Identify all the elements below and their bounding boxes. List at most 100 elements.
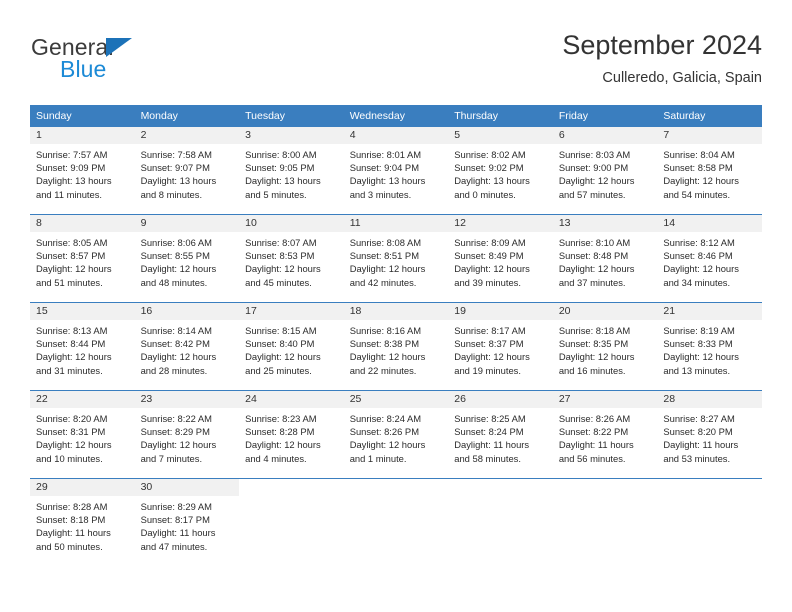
day-cell[interactable]: 12 Sunrise: 8:09 AM Sunset: 8:49 PM Dayligh… [448, 214, 553, 302]
day-cell[interactable]: 20 Sunrise: 8:18 AM Sunset: 8:35 PM Dayligh… [552, 302, 658, 390]
daylight-duration-line2: and 54 minutes. [663, 188, 731, 200]
sunrise-time: Sunrise: 8:05 AM [36, 237, 108, 248]
title-block: September 2024 Culleredo, Galicia, Spain [562, 28, 762, 89]
daylight-duration-line2: and 57 minutes. [558, 188, 626, 200]
calendar-cell: 24 Sunrise: 8:23 AM Sunset: 8:28 PM Dayligh… [239, 390, 344, 478]
calendar-cell: 8 Sunrise: 8:05 AM Sunset: 8:57 PM Daylight… [30, 214, 135, 302]
sunset-time: Sunset: 8:28 PM [245, 426, 315, 438]
sunrise-time: Sunrise: 8:29 AM [140, 501, 212, 512]
sunset-time: Sunset: 9:05 PM [245, 162, 315, 174]
day-details: Sunrise: 8:23 AM Sunset: 8:28 PM Daylight:… [239, 408, 344, 465]
day-cell[interactable]: 17 Sunrise: 8:15 AM Sunset: 8:40 PM Dayligh… [239, 302, 344, 390]
daylight-duration-line2: and 42 minutes. [349, 276, 417, 288]
sunrise-time: Sunrise: 8:23 AM [245, 413, 317, 424]
sunset-time: Sunset: 9:02 PM [454, 162, 524, 174]
sunrise-time: Sunrise: 8:22 AM [140, 413, 212, 424]
sunset-time: Sunset: 8:58 PM [663, 162, 733, 174]
sunrise-time: Sunrise: 8:10 AM [558, 237, 631, 248]
daylight-duration-line2: and 31 minutes. [36, 364, 103, 376]
calendar-cell: 20 Sunrise: 8:18 AM Sunset: 8:35 PM Dayligh… [552, 302, 658, 390]
daylight-duration-line2: and 47 minutes. [140, 540, 208, 552]
day-number: 13 [552, 215, 658, 232]
day-number: 16 [134, 303, 240, 320]
daylight-duration-line1: Daylight: 12 hours [558, 263, 635, 275]
calendar-week-row: 1 Sunrise: 7:57 AM Sunset: 9:09 PM Daylight… [30, 126, 762, 214]
daylight-duration-line1: Daylight: 12 hours [140, 351, 217, 363]
calendar-cell: 22 Sunrise: 8:20 AM Sunset: 8:31 PM Dayligh… [30, 390, 135, 478]
sunset-time: Sunset: 9:00 PM [558, 162, 629, 174]
day-cell[interactable]: 18 Sunrise: 8:16 AM Sunset: 8:38 PM Dayligh… [343, 302, 449, 390]
day-number: 26 [448, 391, 553, 408]
day-number: 4 [343, 127, 449, 144]
day-cell[interactable]: 24 Sunrise: 8:23 AM Sunset: 8:28 PM Dayligh… [239, 390, 344, 478]
day-cell[interactable]: 3 Sunrise: 8:00 AM Sunset: 9:05 PM Daylight… [239, 126, 344, 214]
day-cell[interactable]: 10 Sunrise: 8:07 AM Sunset: 8:53 PM Dayligh… [239, 214, 344, 302]
calendar-week-row: 22 Sunrise: 8:20 AM Sunset: 8:31 PM Dayligh… [30, 390, 762, 478]
day-details: Sunrise: 8:22 AM Sunset: 8:29 PM Daylight:… [135, 408, 240, 465]
day-number: 22 [30, 391, 135, 408]
day-cell-empty [552, 478, 658, 566]
daylight-duration-line1: Daylight: 12 hours [349, 263, 426, 275]
day-cell[interactable]: 19 Sunrise: 8:17 AM Sunset: 8:37 PM Dayligh… [448, 302, 553, 390]
daylight-duration-line1: Daylight: 12 hours [36, 351, 112, 363]
calendar-week-row: 29 Sunrise: 8:28 AM Sunset: 8:18 PM Dayligh… [30, 478, 762, 566]
day-cell[interactable]: 28 Sunrise: 8:27 AM Sunset: 8:20 PM Dayligh… [657, 390, 762, 478]
daylight-duration-line2: and 16 minutes. [558, 364, 626, 376]
day-cell[interactable]: 29 Sunrise: 8:28 AM Sunset: 8:18 PM Dayligh… [30, 478, 135, 566]
day-cell[interactable]: 5 Sunrise: 8:02 AM Sunset: 9:02 PM Daylight… [448, 126, 553, 214]
day-details: Sunrise: 8:09 AM Sunset: 8:49 PM Daylight:… [448, 232, 553, 289]
day-cell[interactable]: 25 Sunrise: 8:24 AM Sunset: 8:26 PM Dayligh… [343, 390, 449, 478]
day-cell[interactable]: 26 Sunrise: 8:25 AM Sunset: 8:24 PM Dayligh… [448, 390, 553, 478]
day-cell[interactable]: 8 Sunrise: 8:05 AM Sunset: 8:57 PM Daylight… [30, 214, 135, 302]
daylight-duration-line2: and 34 minutes. [663, 276, 731, 288]
sunrise-time: Sunrise: 8:06 AM [140, 237, 212, 248]
calendar-cell: 1 Sunrise: 7:57 AM Sunset: 9:09 PM Daylight… [30, 126, 135, 214]
day-number: 28 [657, 391, 762, 408]
generalblue-logo[interactable]: General Blue [30, 34, 230, 90]
daylight-duration-line1: Daylight: 11 hours [454, 439, 530, 451]
day-cell[interactable]: 21 Sunrise: 8:19 AM Sunset: 8:33 PM Dayligh… [657, 302, 762, 390]
sunset-time: Sunset: 8:26 PM [349, 426, 419, 438]
day-details: Sunrise: 7:58 AM Sunset: 9:07 PM Daylight:… [135, 144, 240, 201]
day-details: Sunrise: 8:08 AM Sunset: 8:51 PM Daylight:… [344, 232, 449, 289]
day-cell[interactable]: 9 Sunrise: 8:06 AM Sunset: 8:55 PM Daylight… [134, 214, 240, 302]
sunset-time: Sunset: 8:55 PM [140, 250, 210, 262]
day-cell[interactable]: 14 Sunrise: 8:12 AM Sunset: 8:46 PM Dayligh… [657, 214, 762, 302]
day-cell[interactable]: 7 Sunrise: 8:04 AM Sunset: 8:58 PM Daylight… [657, 126, 762, 214]
day-cell[interactable]: 4 Sunrise: 8:01 AM Sunset: 9:04 PM Daylight… [343, 126, 449, 214]
day-details: Sunrise: 8:27 AM Sunset: 8:20 PM Daylight:… [657, 408, 762, 465]
day-cell[interactable]: 6 Sunrise: 8:03 AM Sunset: 9:00 PM Daylight… [552, 126, 658, 214]
sunrise-time: Sunrise: 8:26 AM [558, 413, 631, 424]
sunset-time: Sunset: 9:07 PM [140, 162, 210, 174]
day-details: Sunrise: 8:16 AM Sunset: 8:38 PM Daylight:… [344, 320, 449, 377]
day-cell[interactable]: 27 Sunrise: 8:26 AM Sunset: 8:22 PM Dayligh… [552, 390, 658, 478]
sunrise-time: Sunrise: 8:20 AM [36, 413, 108, 424]
daylight-duration-line2: and 22 minutes. [349, 364, 417, 376]
day-cell[interactable]: 1 Sunrise: 7:57 AM Sunset: 9:09 PM Daylight… [30, 126, 135, 214]
daylight-duration-line1: Daylight: 12 hours [663, 175, 739, 187]
day-number [448, 479, 553, 496]
calendar-cell: 3 Sunrise: 8:00 AM Sunset: 9:05 PM Daylight… [239, 126, 344, 214]
day-cell[interactable]: 15 Sunrise: 8:13 AM Sunset: 8:44 PM Dayligh… [30, 302, 135, 390]
page-subtitle: Culleredo, Galicia, Spain [602, 70, 762, 86]
sunrise-time: Sunrise: 8:24 AM [349, 413, 422, 424]
day-cell[interactable]: 11 Sunrise: 8:08 AM Sunset: 8:51 PM Dayligh… [343, 214, 449, 302]
sunrise-time: Sunrise: 8:09 AM [454, 237, 526, 248]
day-cell[interactable]: 2 Sunrise: 7:58 AM Sunset: 9:07 PM Daylight… [134, 126, 240, 214]
day-details: Sunrise: 8:01 AM Sunset: 9:04 PM Daylight:… [344, 144, 449, 201]
day-cell[interactable]: 13 Sunrise: 8:10 AM Sunset: 8:48 PM Dayligh… [552, 214, 658, 302]
day-details: Sunrise: 8:02 AM Sunset: 9:02 PM Daylight:… [448, 144, 553, 201]
day-cell[interactable]: 30 Sunrise: 8:29 AM Sunset: 8:17 PM Dayligh… [134, 478, 240, 566]
day-details: Sunrise: 8:10 AM Sunset: 8:48 PM Daylight:… [553, 232, 658, 289]
calendar-cell: 30 Sunrise: 8:29 AM Sunset: 8:17 PM Dayligh… [134, 478, 240, 566]
sunrise-time: Sunrise: 8:01 AM [349, 149, 422, 160]
day-details [344, 496, 449, 500]
daylight-duration-line2: and 19 minutes. [454, 364, 521, 376]
daylight-duration-line2: and 50 minutes. [36, 540, 103, 552]
day-cell[interactable]: 22 Sunrise: 8:20 AM Sunset: 8:31 PM Dayligh… [30, 390, 135, 478]
day-details: Sunrise: 8:13 AM Sunset: 8:44 PM Daylight:… [30, 320, 135, 377]
daylight-duration-line1: Daylight: 12 hours [245, 439, 321, 451]
day-cell[interactable]: 23 Sunrise: 8:22 AM Sunset: 8:29 PM Dayligh… [134, 390, 240, 478]
day-cell[interactable]: 16 Sunrise: 8:14 AM Sunset: 8:42 PM Dayligh… [134, 302, 240, 390]
sunset-time: Sunset: 8:42 PM [140, 338, 210, 350]
